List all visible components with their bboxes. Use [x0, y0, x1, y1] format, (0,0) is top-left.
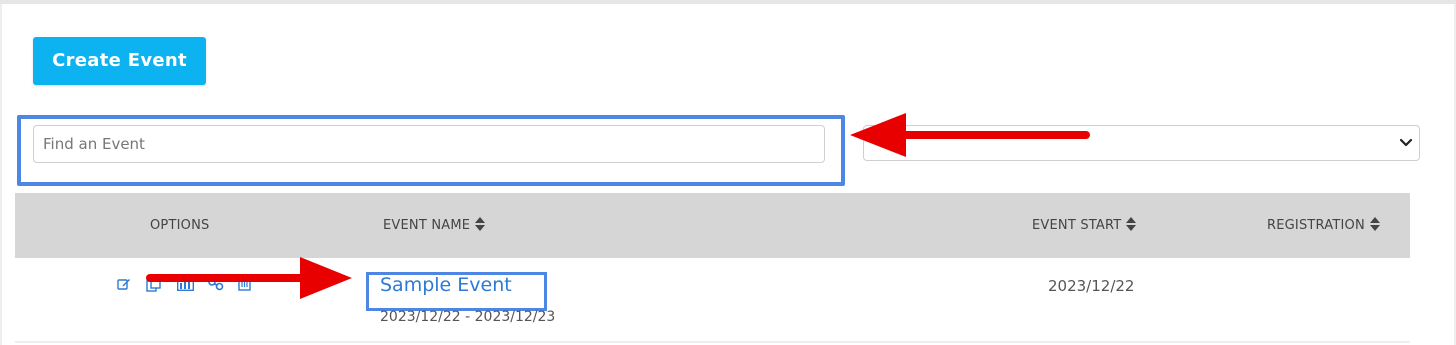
- header-event-name[interactable]: EVENT NAME: [383, 193, 486, 258]
- row-divider: [15, 341, 1410, 343]
- table-header: OPTIONS EVENT NAME EVENT START REGISTRAT…: [15, 193, 1410, 258]
- header-event-start-label: EVENT START: [1032, 218, 1122, 233]
- event-name-link[interactable]: Sample Event: [380, 274, 512, 296]
- edit-icon[interactable]: [117, 277, 131, 291]
- header-options: OPTIONS: [150, 218, 210, 233]
- chevron-down-icon: [1399, 138, 1413, 147]
- event-start-date: 2023/12/22: [1048, 277, 1135, 295]
- sort-icon: [1126, 217, 1137, 231]
- header-registration-label: REGISTRATION: [1267, 218, 1365, 233]
- top-border: [0, 0, 1456, 4]
- annotation-arrow-left: [850, 113, 1090, 157]
- header-event-name-label: EVENT NAME: [383, 218, 471, 233]
- header-registration[interactable]: REGISTRATION: [1267, 193, 1380, 258]
- annotation-arrow-right: [146, 257, 352, 299]
- search-input[interactable]: [33, 125, 825, 163]
- header-event-start[interactable]: EVENT START: [1032, 193, 1137, 258]
- sort-icon: [475, 217, 486, 231]
- sort-icon: [1369, 217, 1380, 231]
- left-border: [0, 4, 2, 345]
- event-date-range: 2023/12/22 - 2023/12/23: [380, 309, 556, 325]
- create-event-button[interactable]: Create Event: [33, 37, 206, 85]
